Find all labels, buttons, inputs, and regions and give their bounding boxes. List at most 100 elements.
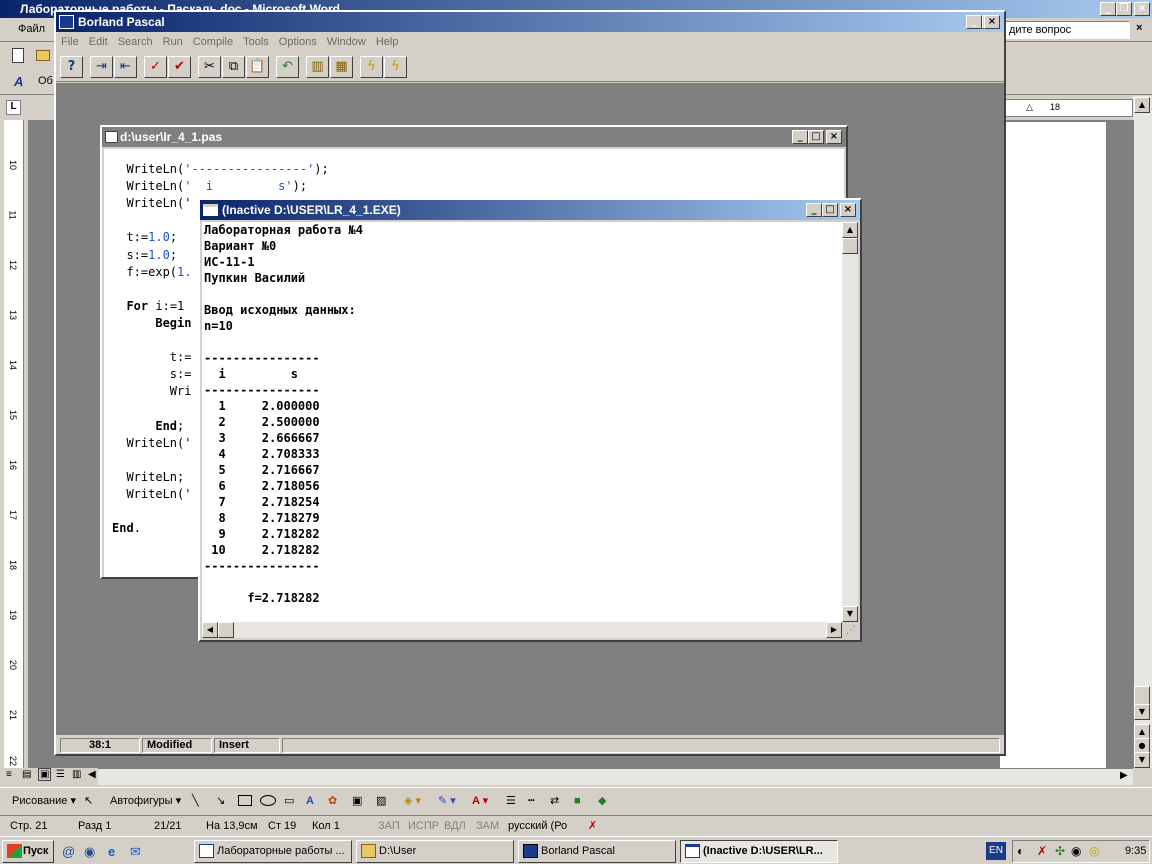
word-scroll-down-button[interactable]: ▼ <box>1134 704 1150 720</box>
menu-search[interactable]: Search <box>113 32 158 52</box>
tray-disc-icon[interactable]: ◎ <box>1089 844 1099 858</box>
autoshapes-button[interactable]: Автофигуры ▾ <box>110 794 181 808</box>
word-minimize-button[interactable]: _ <box>1100 2 1116 16</box>
scroll-left-icon[interactable]: ◀ <box>88 769 96 780</box>
ie-icon[interactable]: @ <box>62 844 75 859</box>
ruler-triangle-icon[interactable]: △ <box>1026 102 1033 113</box>
line-icon[interactable]: ╲ <box>192 794 199 808</box>
tray-antivirus-icon[interactable]: ✗ <box>1037 844 1047 858</box>
wordart-icon[interactable]: A <box>306 794 314 808</box>
fill-color-icon[interactable]: ◈ ▾ <box>404 794 421 808</box>
tray-media-icon[interactable]: ◉ <box>1071 844 1081 858</box>
start-button[interactable]: Пуск <box>2 840 54 863</box>
undo-icon[interactable]: ↶ <box>276 56 299 78</box>
word-restore-button[interactable]: ❐ <box>1116 2 1132 16</box>
taskbar-button-word[interactable]: Лабораторные работы ... <box>194 840 352 863</box>
borland-minimize-button[interactable]: _ <box>966 15 982 29</box>
menu-tools[interactable]: Tools <box>238 32 274 52</box>
language-indicator[interactable]: EN <box>986 842 1006 860</box>
status-trk[interactable]: ИСПР <box>408 819 439 833</box>
go-to-cursor-icon[interactable]: ✔ <box>168 56 191 78</box>
console-output[interactable]: Лабораторная работа №4 Вариант №0 ИС-11-1 П… <box>202 222 842 622</box>
word-menu-file[interactable]: Файл <box>18 23 45 35</box>
drawing-menu-button[interactable]: Рисование ▾ <box>12 794 76 808</box>
status-ext[interactable]: ВДЛ <box>444 819 466 833</box>
print-view-icon[interactable]: ▣ <box>38 768 52 781</box>
cut-icon[interactable]: ✂ <box>198 56 221 78</box>
taskbar-button-borland[interactable]: Borland Pascal <box>518 840 676 863</box>
tray-app-icon[interactable]: ✣ <box>1055 844 1065 858</box>
run-icon[interactable]: ϟ <box>360 56 383 78</box>
console-close-button[interactable]: × <box>840 203 856 217</box>
console-horizontal-scrollbar[interactable]: ◀ ▶ <box>202 622 842 638</box>
outline-view-icon[interactable]: ☰ <box>56 769 65 780</box>
word-scroll-up-button[interactable]: ▲ <box>1134 97 1150 113</box>
console-scroll-down-button[interactable]: ▼ <box>842 606 858 622</box>
word-page[interactable] <box>1000 122 1106 768</box>
normal-view-icon[interactable]: ≡ <box>6 769 12 780</box>
console-scroll-right-button[interactable]: ▶ <box>826 622 842 638</box>
word-vertical-scrollbar[interactable]: ▲ ▼ ▲ ● ▼ <box>1133 96 1152 768</box>
spelling-status-icon[interactable]: ✗ <box>588 819 597 833</box>
new-document-icon[interactable] <box>12 48 24 63</box>
scroll-right-icon[interactable]: ▶ <box>1120 770 1128 781</box>
editor-maximize-button[interactable]: □ <box>808 130 824 144</box>
console-maximize-button[interactable]: □ <box>822 203 838 217</box>
reading-view-icon[interactable]: ▥ <box>72 769 81 780</box>
borland-close-button[interactable]: × <box>984 15 1000 29</box>
select-objects-icon[interactable]: ↖ <box>84 794 93 808</box>
picture-icon[interactable]: ▨ <box>376 794 386 808</box>
console-scroll-left-button[interactable]: ◀ <box>202 622 218 638</box>
dash-style-icon[interactable]: ┅ <box>528 794 535 808</box>
browser-icon[interactable]: e <box>108 844 115 859</box>
editor-minimize-button[interactable]: _ <box>792 130 808 144</box>
font-color-icon[interactable]: A ▾ <box>472 794 488 808</box>
word-scroll-thumb[interactable] <box>1134 686 1150 706</box>
web-view-icon[interactable]: ▤ <box>22 769 31 780</box>
word-doc-close-icon[interactable]: × <box>1136 22 1142 34</box>
console-minimize-button[interactable]: _ <box>806 203 822 217</box>
word-close-button[interactable]: × <box>1134 2 1150 16</box>
borland-titlebar[interactable]: Borland Pascal _ □ <box>56 12 1004 32</box>
borland-app-icon[interactable] <box>59 15 74 29</box>
diagram-icon[interactable]: ✿ <box>328 794 337 808</box>
style-icon[interactable]: A <box>14 74 23 89</box>
step-over-icon[interactable]: ⇤ <box>114 56 137 78</box>
console-scroll-thumb[interactable] <box>842 238 858 254</box>
menu-help[interactable]: Help <box>371 32 404 52</box>
paste-icon[interactable]: 📋 <box>246 56 269 78</box>
copy-icon[interactable]: ⧉ <box>222 56 245 78</box>
arrow-style-icon[interactable]: ⇄ <box>550 794 559 808</box>
make-icon[interactable]: ▦ <box>330 56 353 78</box>
tray-volume-icon[interactable]: ◐ <box>1017 844 1024 858</box>
menu-options[interactable]: Options <box>274 32 322 52</box>
clock[interactable]: 9:35 <box>1125 845 1146 857</box>
editor-close-button[interactable]: × <box>826 130 842 144</box>
line-style-icon[interactable]: ☰ <box>506 794 516 808</box>
word-horizontal-scrollbar[interactable]: ▶ <box>98 768 1133 785</box>
media-player-icon[interactable]: ◉ <box>84 844 95 860</box>
status-ovr[interactable]: ЗАМ <box>476 819 499 833</box>
line-color-icon[interactable]: ✎ ▾ <box>438 794 456 808</box>
editor-titlebar[interactable]: d:\user\lr_4_1.pas <box>102 127 846 147</box>
menu-file[interactable]: File <box>56 32 84 52</box>
toggle-breakpoint-icon[interactable]: ✓ <box>144 56 167 78</box>
menu-run[interactable]: Run <box>158 32 188 52</box>
word-help-search-box[interactable]: дите вопрос <box>1005 21 1130 39</box>
help-icon[interactable]: ? <box>60 56 83 78</box>
menu-edit[interactable]: Edit <box>84 32 113 52</box>
tab-stop-selector[interactable]: L <box>6 100 21 115</box>
open-folder-icon[interactable] <box>36 50 50 61</box>
console-vertical-scrollbar[interactable]: ▲ ▼ <box>842 222 858 622</box>
menu-compile[interactable]: Compile <box>188 32 238 52</box>
console-scroll-up-button[interactable]: ▲ <box>842 222 858 238</box>
taskbar-button-console[interactable]: (Inactive D:\USER\LR... <box>680 840 838 863</box>
console-hscroll-thumb[interactable] <box>218 622 234 638</box>
next-page-button[interactable]: ▼ <box>1134 752 1150 768</box>
menu-window[interactable]: Window <box>322 32 371 52</box>
trace-into-icon[interactable]: ⇥ <box>90 56 113 78</box>
console-titlebar[interactable]: (Inactive D:\USER\LR_4_1.EXE) <box>200 200 860 220</box>
arrow-icon[interactable]: ↘ <box>216 794 225 808</box>
style-box-text[interactable]: Об <box>38 75 53 87</box>
status-rec[interactable]: ЗАП <box>378 819 400 833</box>
